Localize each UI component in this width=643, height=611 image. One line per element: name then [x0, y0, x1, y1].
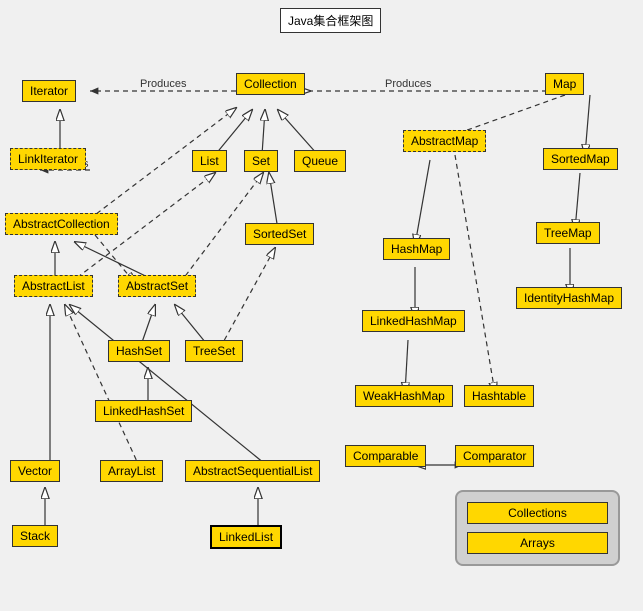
- treemap-node: TreeMap: [536, 222, 600, 244]
- stack-node: Stack: [12, 525, 58, 547]
- comparator-node: Comparator: [455, 445, 534, 467]
- abstractmap-node: AbstractMap: [403, 130, 486, 152]
- collection-node: Collection: [236, 73, 305, 95]
- abstractsequentiallist-node: AbstractSequentialList: [185, 460, 320, 482]
- title-box: Java集合框架图: [280, 8, 381, 33]
- weakhashmap-node: WeakHashMap: [355, 385, 453, 407]
- abstractset-node: AbstractSet: [118, 275, 196, 297]
- hashmap-node: HashMap: [383, 238, 450, 260]
- hashtable-node: Hashtable: [464, 385, 534, 407]
- abstractlist-node: AbstractList: [14, 275, 93, 297]
- svg-text:Produces: Produces: [140, 78, 187, 90]
- hashset-node: HashSet: [108, 340, 170, 362]
- linkedlist-node: LinkedList: [210, 525, 282, 549]
- linkiterator-node: LinkIterator: [10, 148, 86, 170]
- sortedmap-node: SortedMap: [543, 148, 618, 170]
- iterator-node: Iterator: [22, 80, 76, 102]
- collections-legend-node: Collections: [467, 502, 608, 524]
- comparable-node: Comparable: [345, 445, 426, 467]
- arraylist-node: ArrayList: [100, 460, 163, 482]
- svg-text:Produces: Produces: [385, 78, 432, 90]
- linkedhashmap-node: LinkedHashMap: [362, 310, 465, 332]
- map-node: Map: [545, 73, 584, 95]
- treeset-node: TreeSet: [185, 340, 243, 362]
- vector-node: Vector: [10, 460, 60, 482]
- abstractcollection-node: AbstractCollection: [5, 213, 118, 235]
- list-node: List: [192, 150, 227, 172]
- arrays-legend-node: Arrays: [467, 532, 608, 554]
- identityhashmap-node: IdentityHashMap: [516, 287, 622, 309]
- sortedset-node: SortedSet: [245, 223, 314, 245]
- linkedhashset-node: LinkedHashSet: [95, 400, 192, 422]
- legend-box: Collections Arrays: [455, 490, 620, 566]
- queue-node: Queue: [294, 150, 346, 172]
- set-node: Set: [244, 150, 278, 172]
